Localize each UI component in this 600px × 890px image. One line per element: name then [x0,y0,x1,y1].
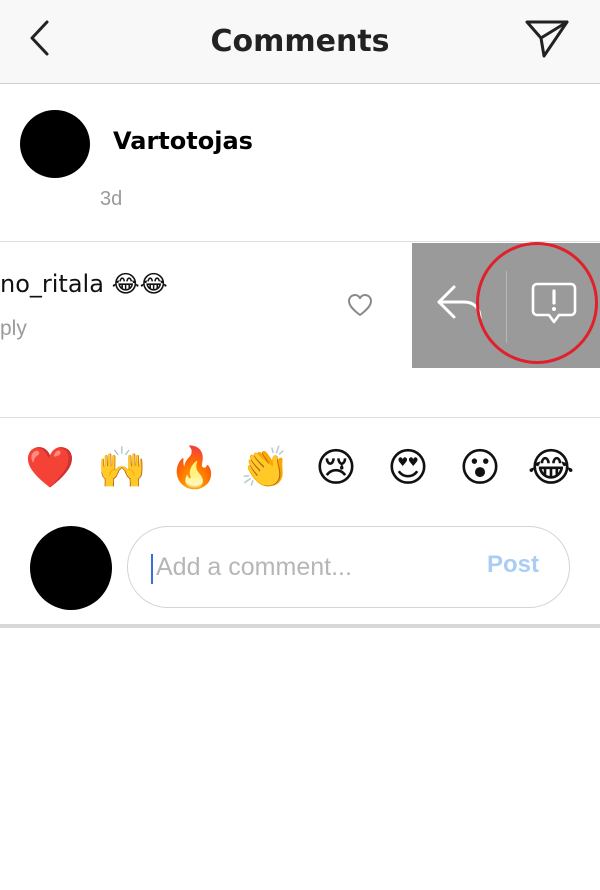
post-button[interactable]: Post [487,551,539,579]
top-bar: Comments [0,0,600,84]
like-comment-button[interactable] [346,292,374,318]
comment-input[interactable] [152,543,462,591]
comment-composer: Post [127,526,570,608]
report-speech-bubble-icon [531,281,577,330]
emoji-laughing[interactable]: 😂 [526,440,576,496]
divider [0,417,600,418]
emoji-clapping[interactable]: 👏 [240,440,290,496]
share-button[interactable] [522,18,572,64]
comment-emojis: 😂😂 [111,270,168,298]
caption-timestamp: 3d [100,188,123,210]
paper-plane-icon [524,18,570,65]
emoji-raised-hands[interactable]: 🙌 [97,440,147,496]
emoji-crying[interactable]: 😢 [311,440,361,496]
report-comment-button[interactable] [507,243,600,368]
quick-emoji-bar: ❤️ 🙌 🔥 👏 😢 😍 😮 😂 [0,440,600,496]
page-title: Comments [210,24,390,59]
emoji-heart-eyes[interactable]: 😍 [383,440,433,496]
emoji-heart[interactable]: ❤️ [25,440,75,496]
comment-username[interactable]: no_ritala [0,270,104,298]
caption-username[interactable]: Vartotojas [113,127,253,155]
avatar[interactable] [20,110,90,178]
divider [0,624,600,628]
heart-outline-icon [346,294,374,322]
swipe-reply-button[interactable] [412,243,506,368]
emoji-surprised[interactable]: 😮 [455,440,505,496]
reply-link[interactable]: ply [0,317,27,341]
comment-text: no_ritala 😂😂 [0,270,168,298]
swipe-actions-panel [412,243,600,368]
reply-arrow-icon [434,283,484,328]
avatar [30,526,112,610]
emoji-fire[interactable]: 🔥 [169,440,219,496]
